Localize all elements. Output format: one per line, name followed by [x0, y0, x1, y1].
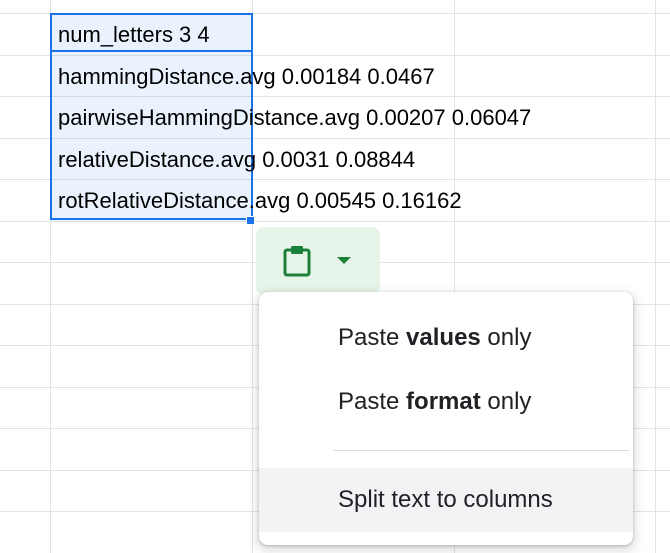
cell-a5[interactable]: rotRelativeDistance.avg 0.00545 0.16162 — [58, 187, 462, 215]
chevron-down-icon — [337, 257, 351, 264]
paste-options-menu: Paste values only Paste format only Spli… — [259, 292, 633, 545]
menu-item-emphasis: values — [406, 324, 481, 351]
menu-item-label: only — [480, 324, 532, 351]
fill-handle[interactable] — [246, 216, 255, 225]
split-text-to-columns-item[interactable]: Split text to columns — [259, 468, 633, 532]
spreadsheet-viewport: num_letters 3 4 hammingDistance.avg 0.00… — [0, 0, 670, 553]
menu-item-label: Paste — [338, 388, 407, 415]
clipboard-icon — [283, 246, 311, 277]
paste-format-only-item[interactable]: Paste format only — [259, 370, 633, 434]
menu-item-label: Split text to columns — [338, 486, 553, 513]
column-gridline — [655, 0, 656, 553]
cell-a4[interactable]: relativeDistance.avg 0.0031 0.08844 — [58, 146, 415, 174]
cell-a3[interactable]: pairwiseHammingDistance.avg 0.00207 0.06… — [58, 104, 531, 132]
menu-item-label: only — [480, 388, 532, 415]
row-gridline — [0, 221, 670, 222]
menu-item-label: Paste — [338, 324, 407, 351]
menu-item-emphasis: format — [406, 388, 481, 415]
cell-a1[interactable]: num_letters 3 4 — [58, 21, 210, 49]
cell-a2[interactable]: hammingDistance.avg 0.00184 0.0467 — [58, 63, 435, 91]
paste-options-button[interactable] — [256, 227, 380, 295]
paste-values-only-item[interactable]: Paste values only — [259, 306, 633, 370]
menu-divider — [333, 450, 629, 451]
